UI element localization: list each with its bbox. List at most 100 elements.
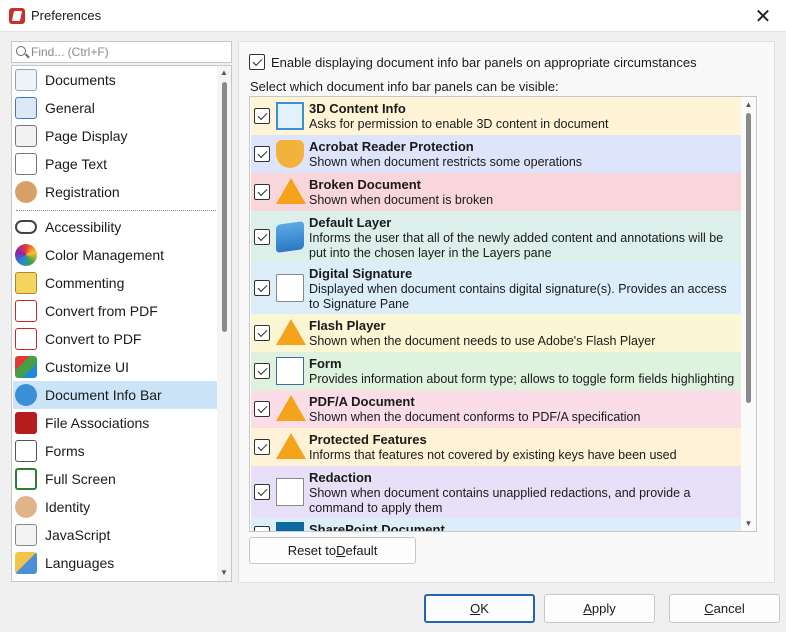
panel-title: Form: [309, 356, 342, 371]
customize-ui-icon: [15, 356, 37, 378]
sidebar-item-page-text[interactable]: Page Text: [13, 150, 217, 178]
panel-row-broken-document[interactable]: Broken Document Shown when document is br…: [251, 173, 741, 211]
panel-row-acrobat-reader-protection[interactable]: Acrobat Reader Protection Shown when docu…: [251, 135, 741, 173]
panel-description: Displayed when document contains digital…: [309, 282, 727, 311]
color-management-icon: [15, 244, 37, 266]
panel-description: Shown when document contains unapplied r…: [309, 486, 691, 515]
panel-row-redaction[interactable]: Redaction Shown when document contains un…: [251, 466, 741, 518]
panel-row-default-layer[interactable]: Default Layer Informs the user that all o…: [251, 211, 741, 262]
scrollbar-thumb[interactable]: [746, 113, 751, 403]
sidebar-item-convert-to-pdf[interactable]: Convert to PDF: [13, 325, 217, 353]
cube-icon: [276, 102, 304, 130]
panel-description: Informs the user that all of the newly a…: [309, 231, 724, 260]
title-bar: Preferences ✕: [0, 0, 786, 32]
scrollbar-thumb[interactable]: [222, 82, 227, 332]
panel-checkbox[interactable]: [254, 146, 270, 162]
sidebar-item-forms[interactable]: Forms: [13, 437, 217, 465]
panel-title: Acrobat Reader Protection: [309, 139, 474, 154]
panel-checkbox[interactable]: [254, 526, 270, 531]
panel-title: SharePoint Document: [309, 522, 445, 532]
scroll-up-icon[interactable]: ▲: [744, 100, 753, 109]
reset-label-accel: D: [336, 543, 346, 558]
panel-description: Provides information about form type; al…: [309, 372, 735, 386]
panel-description: Shown when the document needs to use Ado…: [309, 334, 656, 348]
sidebar-item-languages[interactable]: Languages: [13, 549, 217, 577]
sidebar-item-documents[interactable]: Documents: [13, 66, 217, 94]
sidebar-item-label: Convert to PDF: [45, 331, 142, 347]
info-bar-panels-list[interactable]: 3D Content Info Asks for permission to en…: [249, 96, 757, 532]
preferences-category-list[interactable]: Documents General Page Display Page Text Reg…: [11, 65, 232, 582]
panel-description: Shown when the document conforms to PDF/…: [309, 410, 641, 424]
cancel-button[interactable]: Cancel: [669, 594, 780, 623]
sidebar-item-general[interactable]: General: [13, 94, 217, 122]
sidebar-item-label: Document Info Bar: [45, 387, 162, 403]
identity-icon: [15, 496, 37, 518]
scroll-down-icon[interactable]: ▼: [744, 519, 753, 528]
panel-checkbox[interactable]: [254, 484, 270, 500]
ok-button[interactable]: OK: [424, 594, 535, 623]
panel-checkbox[interactable]: [254, 325, 270, 341]
close-icon[interactable]: ✕: [740, 0, 786, 32]
panel-title: Broken Document: [309, 177, 421, 192]
sidebar-item-label: JavaScript: [45, 527, 111, 543]
sidebar-item-label: Convert from PDF: [45, 303, 158, 319]
panel-title: Redaction: [309, 470, 372, 485]
general-icon: [15, 97, 37, 119]
certificate-icon: [276, 274, 304, 302]
sidebar-item-identity[interactable]: Identity: [13, 493, 217, 521]
sidebar-item-file-associations[interactable]: File Associations: [13, 409, 217, 437]
panel-checkbox[interactable]: [254, 439, 270, 455]
panel-checkbox[interactable]: [254, 363, 270, 379]
sidebar-item-full-screen[interactable]: Full Screen: [13, 465, 217, 493]
enable-info-bar-row[interactable]: Enable displaying document info bar pane…: [249, 54, 697, 70]
panel-checkbox[interactable]: [254, 280, 270, 296]
sidebar-item-label: Documents: [45, 72, 116, 88]
reset-label-pre: Reset to: [287, 543, 337, 558]
forms-icon: [15, 440, 37, 462]
sidebar-item-label: Identity: [45, 499, 91, 515]
search-input[interactable]: [31, 44, 227, 60]
scroll-down-icon[interactable]: ▼: [220, 569, 228, 577]
panel-checkbox[interactable]: [254, 184, 270, 200]
apply-button[interactable]: Apply: [544, 594, 655, 623]
panel-row-digital-signature[interactable]: Digital Signature Displayed when document…: [251, 262, 741, 314]
sidebar-item-document-info-bar[interactable]: Document Info Bar: [13, 381, 217, 409]
panel-checkbox[interactable]: [254, 229, 270, 245]
category-scrollbar[interactable]: ▲ ▼: [217, 66, 231, 581]
document-info-bar-icon: [15, 384, 37, 406]
sidebar-item-label: Commenting: [45, 275, 125, 291]
panel-row-sharepoint-document[interactable]: SharePoint Document: [251, 518, 741, 532]
layers-icon: [276, 221, 304, 253]
sidebar-item-commenting[interactable]: Commenting: [13, 269, 217, 297]
enable-info-bar-label: Enable displaying document info bar pane…: [271, 54, 697, 70]
panel-checkbox[interactable]: [254, 108, 270, 124]
sidebar-item-javascript[interactable]: JavaScript: [13, 521, 217, 549]
form-icon: [276, 357, 304, 385]
panel-row-form[interactable]: Form Provides information about form type…: [251, 352, 741, 390]
sidebar-item-page-display[interactable]: Page Display: [13, 122, 217, 150]
full-screen-icon: [15, 468, 37, 490]
reset-label-post: efault: [345, 543, 378, 558]
languages-icon: [15, 552, 37, 574]
page-display-icon: [15, 125, 37, 147]
panel-checkbox[interactable]: [254, 401, 270, 417]
scroll-up-icon[interactable]: ▲: [220, 69, 228, 77]
panel-row-protected-features[interactable]: Protected Features Informs that features …: [251, 428, 741, 466]
enable-info-bar-checkbox[interactable]: [249, 54, 265, 70]
panel-row-pdf-a-document[interactable]: PDF/A Document Shown when the document co…: [251, 390, 741, 428]
convert-to-pdf-icon: [15, 328, 37, 350]
search-box[interactable]: [11, 41, 232, 63]
apply-label-post: pply: [591, 601, 616, 616]
sidebar-item-customize-ui[interactable]: Customize UI: [13, 353, 217, 381]
sidebar-item-convert-from-pdf[interactable]: Convert from PDF: [13, 297, 217, 325]
sidebar-item-registration[interactable]: Registration: [13, 178, 217, 206]
documents-icon: [15, 69, 37, 91]
sidebar-item-color-management[interactable]: Color Management: [13, 241, 217, 269]
cancel-label-post: ancel: [713, 601, 745, 616]
panel-row-flash-player[interactable]: Flash Player Shown when the document need…: [251, 314, 741, 352]
panels-scrollbar[interactable]: ▲ ▼: [741, 97, 756, 531]
ok-label-post: K: [480, 601, 489, 616]
reset-to-default-button[interactable]: Reset to Default: [249, 537, 416, 564]
sidebar-item-accessibility[interactable]: Accessibility: [13, 213, 217, 241]
panel-row-3d-content-info[interactable]: 3D Content Info Asks for permission to en…: [251, 97, 741, 135]
